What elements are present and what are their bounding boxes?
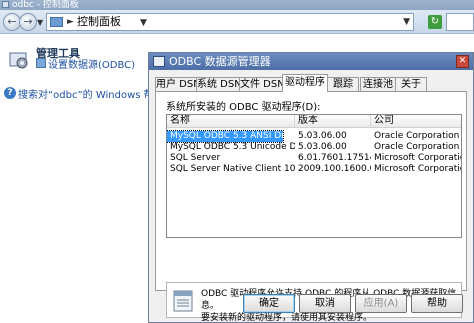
list-header: 名称 版本 公司	[167, 115, 461, 128]
chevron-right-icon[interactable]: ►	[67, 15, 74, 29]
column-header-company[interactable]: 公司	[371, 115, 461, 128]
driver-company: Oracle Corporation	[374, 131, 460, 141]
apply-button[interactable]: 应用(A)	[355, 294, 407, 313]
cancel-button[interactable]: 取消	[299, 294, 351, 313]
dialog-title: ODBC 数据源管理器	[169, 55, 271, 68]
table-row[interactable]: MySQL ODBC 5.3 ANSI Driver 5.03.06.00 Or…	[167, 130, 461, 143]
driver-version: 2009.100.1600.01	[298, 164, 371, 174]
help-icon: ?	[4, 87, 16, 99]
address-bar[interactable]: ► 控制面板 ▼ ▼	[46, 13, 414, 31]
control-panel-icon	[50, 17, 63, 27]
driver-company: Oracle Corporation	[374, 142, 460, 152]
driver-version: 5.03.06.00	[298, 142, 347, 152]
driver-name: SQL Server Native Client 10.0	[170, 164, 295, 174]
driver-name: MySQL ODBC 5.3 ANSI Driver	[167, 130, 284, 143]
tab-drivers[interactable]: 驱动程序	[282, 74, 328, 92]
driver-company: Microsoft Corporation	[374, 153, 462, 163]
odbc-datasource-icon	[36, 58, 46, 68]
tab-user-dsn[interactable]: 用户 DSN	[155, 77, 201, 91]
forward-arrow-icon[interactable]: →	[19, 13, 37, 31]
tab-connection-pooling[interactable]: 连接池	[360, 77, 396, 91]
driver-version: 5.03.06.00	[298, 131, 347, 141]
tab-system-dsn[interactable]: 系统 DSN	[196, 77, 242, 91]
search-input[interactable]	[446, 13, 474, 31]
column-header-version[interactable]: 版本	[295, 115, 371, 128]
help-button[interactable]: 帮助	[411, 294, 463, 313]
odbc-icon	[153, 56, 165, 67]
explorer-window-title: odbc - 控制面板	[12, 0, 79, 10]
explorer-content: 管理工具 设置数据源(ODBC) ? 搜索对“odbc”的 Windows 帮助…	[0, 35, 174, 323]
dialog-title-bar: ODBC 数据源管理器 ✕	[149, 53, 473, 70]
close-icon[interactable]: ✕	[456, 55, 469, 68]
address-history-dropdown-icon[interactable]: ▼	[403, 14, 410, 30]
odbc-datasource-icon	[173, 290, 193, 312]
column-header-name[interactable]: 名称	[167, 115, 295, 128]
refresh-icon[interactable]: ↻	[428, 15, 442, 29]
table-row[interactable]: MySQL ODBC 5.3 Unicode Driver 5.03.06.00…	[167, 142, 461, 153]
drivers-list[interactable]: 名称 版本 公司 MySQL ODBC 5.3 ANSI Driver 5.03…	[166, 114, 462, 238]
odbc-datasource-link[interactable]: 设置数据源(ODBC)	[48, 56, 135, 71]
drivers-list-label: 系统所安装的 ODBC 驱动程序(D):	[166, 102, 321, 113]
driver-version: 6.01.7601.17514	[298, 153, 371, 163]
recent-pages-dropdown-icon[interactable]: ▼	[37, 18, 43, 27]
driver-name: SQL Server	[170, 153, 221, 163]
odbc-dialog: ODBC 数据源管理器 ✕ 用户 DSN 系统 DSN 文件 DSN 驱动程序 …	[148, 52, 474, 323]
driver-company: Microsoft Corporation	[374, 164, 462, 174]
drivers-panel: 系统所安装的 ODBC 驱动程序(D): 名称 版本 公司 MySQL ODBC…	[155, 91, 467, 323]
admin-tools-icon	[9, 52, 28, 69]
explorer-toolbar: ← → ▼ ► 控制面板 ▼ ▼ ↻	[0, 10, 474, 34]
ok-button[interactable]: 确定	[243, 294, 295, 313]
tab-file-dsn[interactable]: 文件 DSN	[239, 77, 285, 91]
breadcrumb-control-panel[interactable]: 控制面板	[77, 14, 121, 30]
chevron-down-icon[interactable]: ▼	[140, 16, 147, 30]
driver-name: MySQL ODBC 5.3 Unicode Driver	[170, 142, 295, 152]
explorer-title-bar: odbc - 控制面板	[0, 0, 474, 10]
info-text-line-2: 要安装新的驱动程序，请使用其安装程序。	[201, 313, 373, 323]
tab-tracing[interactable]: 跟踪	[327, 77, 359, 91]
tab-about[interactable]: 关于	[395, 77, 427, 91]
table-row[interactable]: SQL Server 6.01.7601.17514 Microsoft Cor…	[167, 153, 462, 164]
table-row[interactable]: SQL Server Native Client 10.0 2009.100.1…	[167, 164, 462, 175]
control-panel-icon	[2, 1, 9, 8]
